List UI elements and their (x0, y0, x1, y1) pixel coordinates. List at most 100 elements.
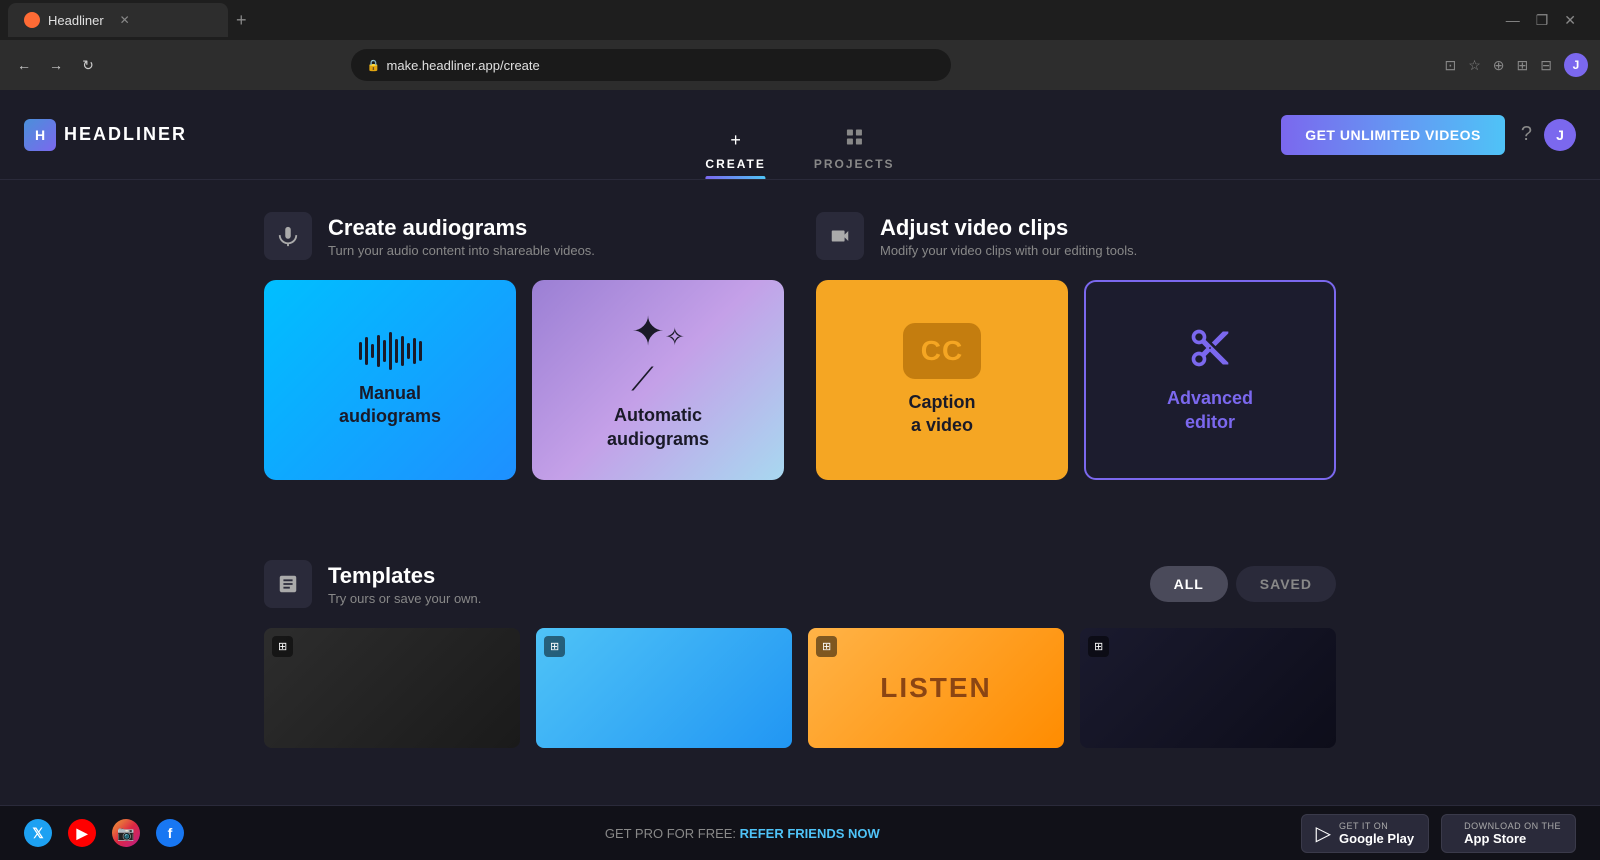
template-filters: ALL SAVED (1150, 566, 1336, 602)
window-controls: — ❐ ✕ (1506, 12, 1592, 29)
instagram-icon[interactable]: 📷 (112, 819, 140, 847)
browser-address-bar: ← → ↻ 🔒 make.headliner.app/create ⊡ ☆ ⊕ … (0, 40, 1600, 90)
template-icon-3: ⊞ (822, 640, 831, 653)
twitter-icon[interactable]: 𝕏 (24, 819, 52, 847)
audiograms-text: Create audiograms Turn your audio conten… (328, 215, 595, 258)
google-play-icon: ▷ (1316, 821, 1331, 846)
extension-icon-1[interactable]: ⊕ (1493, 57, 1505, 74)
bookmark-icon[interactable]: ☆ (1468, 57, 1481, 74)
template-listen-text: LISTEN (880, 672, 992, 704)
automatic-audiograms-label: Automaticaudiograms (607, 404, 709, 451)
video-cards-grid: CC Captiona video Advancededitor (816, 280, 1336, 480)
video-title: Adjust video clips (880, 215, 1137, 241)
tab-close-button[interactable]: ✕ (120, 13, 130, 27)
template-icon-1: ⊞ (278, 640, 287, 653)
templates-section: Templates Try ours or save your own. ALL… (264, 560, 1336, 748)
social-icons: 𝕏 ▶ 📷 f (24, 819, 184, 847)
refresh-button[interactable]: ↻ (76, 53, 100, 77)
app-store-buttons: ▷ GET IT ON Google Play Download on the … (1301, 814, 1576, 853)
caption-video-card[interactable]: CC Captiona video (816, 280, 1068, 480)
help-button[interactable]: ? (1521, 123, 1532, 146)
close-button[interactable]: ✕ (1564, 12, 1576, 29)
new-tab-button[interactable]: + (236, 10, 247, 31)
template-item-1[interactable]: ⊞ (264, 628, 520, 748)
create-tab-label: CREATE (705, 157, 765, 171)
main-content: Create audiograms Turn your audio conten… (0, 180, 1600, 805)
user-profile-icon[interactable]: J (1564, 53, 1588, 77)
app-store-sub: Download on the (1464, 821, 1561, 831)
video-section: Adjust video clips Modify your video cli… (816, 212, 1336, 480)
templates-title: Templates (328, 563, 481, 589)
advanced-editor-card[interactable]: Advancededitor (1084, 280, 1336, 480)
waveform-icon (359, 332, 422, 370)
promo-bar: GET PRO FOR FREE: REFER FRIENDS NOW (184, 826, 1301, 841)
automatic-audiograms-card[interactable]: ✦✧ ⟋ Automaticaudiograms (532, 280, 784, 480)
nav-tabs: + CREATE PROJECTS (705, 90, 894, 179)
advanced-editor-label: Advancededitor (1167, 387, 1253, 434)
caption-video-label: Captiona video (909, 391, 976, 438)
youtube-icon[interactable]: ▶ (68, 819, 96, 847)
video-section-header: Adjust video clips Modify your video cli… (816, 212, 1336, 260)
template-overlay-2: ⊞ (544, 636, 565, 657)
tab-create[interactable]: + CREATE (705, 90, 765, 179)
extension-icon-2[interactable]: ⊞ (1517, 57, 1529, 74)
google-play-name: Google Play (1339, 831, 1414, 846)
google-play-button[interactable]: ▷ GET IT ON Google Play (1301, 814, 1430, 853)
logo-initial: H (35, 127, 45, 143)
facebook-icon[interactable]: f (156, 819, 184, 847)
saved-filter-button[interactable]: SAVED (1236, 566, 1336, 602)
back-button[interactable]: ← (12, 53, 36, 77)
cast-icon[interactable]: ⊡ (1444, 57, 1456, 74)
logo[interactable]: H HEADLINER (24, 119, 187, 151)
audiograms-section-header: Create audiograms Turn your audio conten… (264, 212, 784, 260)
video-text: Adjust video clips Modify your video cli… (880, 215, 1137, 258)
template-overlay-3: ⊞ (816, 636, 837, 657)
magic-wand-icon: ✦✧ ⟋ (631, 309, 685, 400)
template-icon-2: ⊞ (550, 640, 559, 653)
user-avatar[interactable]: J (1544, 119, 1576, 151)
url-text: make.headliner.app/create (387, 58, 540, 73)
extension-icon-3[interactable]: ⊟ (1540, 57, 1552, 74)
manual-audiograms-card[interactable]: Manualaudiograms (264, 280, 516, 480)
audiograms-title: Create audiograms (328, 215, 595, 241)
all-filter-button[interactable]: ALL (1150, 566, 1228, 602)
templates-text: Templates Try ours or save your own. (328, 563, 481, 606)
tab-projects[interactable]: PROJECTS (814, 90, 895, 179)
templates-section-icon (264, 560, 312, 608)
forward-button[interactable]: → (44, 53, 68, 77)
browser-action-buttons: ⊡ ☆ ⊕ ⊞ ⊟ J (1444, 53, 1588, 77)
logo-text: HEADLINER (64, 124, 187, 145)
audiogram-cards-grid: Manualaudiograms ✦✧ ⟋ Automaticaudiogram… (264, 280, 784, 480)
maximize-button[interactable]: ❐ (1536, 12, 1549, 29)
bottom-bar: 𝕏 ▶ 📷 f GET PRO FOR FREE: REFER FRIENDS … (0, 805, 1600, 860)
template-icon-4: ⊞ (1094, 640, 1103, 653)
projects-tab-icon (845, 128, 863, 151)
browser-tab-headliner[interactable]: Headliner ✕ (8, 3, 228, 37)
google-play-sub: GET IT ON (1339, 821, 1414, 831)
create-tab-icon: + (730, 130, 741, 151)
promo-link[interactable]: REFER FRIENDS NOW (740, 826, 880, 841)
browser-tab-bar: Headliner ✕ + — ❐ ✕ (0, 0, 1600, 40)
logo-icon: H (24, 119, 56, 151)
app-store-button[interactable]: Download on the App Store (1441, 814, 1576, 853)
tab-title: Headliner (48, 13, 104, 28)
address-bar[interactable]: 🔒 make.headliner.app/create (351, 49, 951, 81)
scissors-icon (1188, 326, 1232, 375)
template-item-3[interactable]: ⊞ LISTEN (808, 628, 1064, 748)
video-subtitle: Modify your video clips with our editing… (880, 243, 1137, 258)
template-overlay-1: ⊞ (272, 636, 293, 657)
manual-audiograms-label: Manualaudiograms (339, 382, 441, 429)
top-navigation: H HEADLINER + CREATE PROJECTS GET UNLIMI… (0, 90, 1600, 180)
template-item-4[interactable]: ⊞ (1080, 628, 1336, 748)
promo-text: GET PRO FOR FREE: (605, 826, 736, 841)
template-overlay-4: ⊞ (1088, 636, 1109, 657)
get-unlimited-button[interactable]: GET UNLIMITED VIDEOS (1281, 115, 1505, 155)
templates-subtitle: Try ours or save your own. (328, 591, 481, 606)
minimize-button[interactable]: — (1506, 12, 1520, 28)
google-play-text: GET IT ON Google Play (1339, 821, 1414, 846)
app-store-text: Download on the App Store (1464, 821, 1561, 846)
template-item-2[interactable]: ⊞ (536, 628, 792, 748)
favicon (24, 12, 40, 28)
app: H HEADLINER + CREATE PROJECTS GET UNLIMI… (0, 90, 1600, 860)
app-store-name: App Store (1464, 831, 1561, 846)
